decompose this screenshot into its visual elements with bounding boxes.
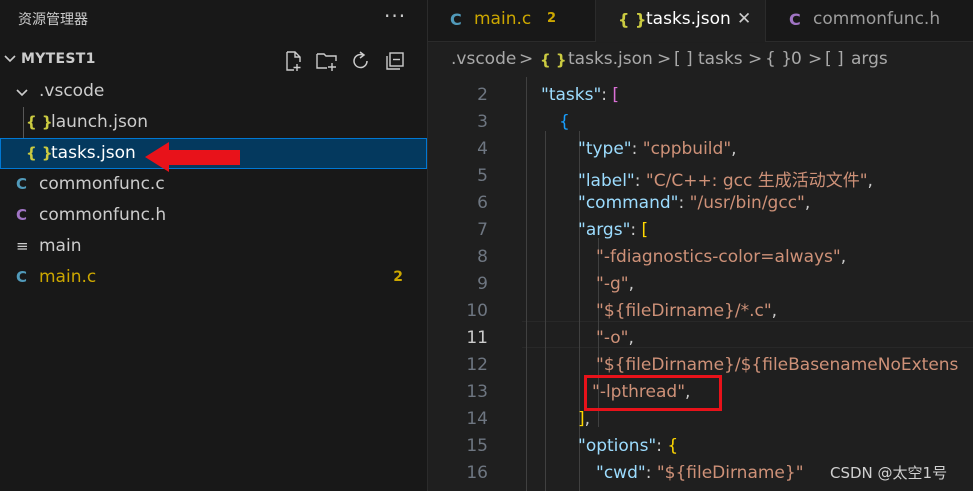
tree-item-label: tasks.json: [51, 143, 136, 163]
line-number: 12: [466, 355, 488, 375]
annotation-highlight-box: [584, 375, 722, 411]
line-number: 3: [477, 112, 488, 132]
line-number: 7: [477, 220, 488, 240]
new-file-icon[interactable]: [282, 49, 306, 73]
more-actions-icon[interactable]: ···: [384, 4, 406, 28]
c-file-icon: C: [450, 10, 462, 29]
line-number: 2: [477, 85, 488, 105]
code-line: "type": "cppbuild",: [578, 139, 737, 159]
editor-tab-bar: C main.c 2 { } tasks.json ✕ C commonfunc…: [428, 0, 973, 42]
line-number: 5: [477, 166, 488, 186]
tree-item-commonfunc-h[interactable]: C commonfunc.h: [0, 200, 427, 231]
line-number: 10: [466, 301, 488, 321]
tree-item-label: commonfunc.h: [39, 205, 167, 225]
annotation-arrow-icon: [145, 142, 240, 172]
breadcrumb-index[interactable]: 0: [791, 49, 802, 69]
breadcrumb-separator: >: [657, 49, 672, 69]
tree-item-main-c[interactable]: C main.c 2: [0, 262, 427, 293]
breadcrumb: .vscode > { } tasks.json > [ ] tasks > {…: [428, 43, 973, 77]
current-line-highlight: [522, 321, 973, 348]
line-number: 8: [477, 247, 488, 267]
tree-item-label: launch.json: [51, 112, 148, 132]
breadcrumb-separator: >: [808, 49, 823, 69]
refresh-icon[interactable]: [349, 49, 373, 73]
code-line: "tasks": [: [541, 85, 620, 105]
tree-item-label: main.c: [39, 267, 97, 287]
close-icon[interactable]: ✕: [737, 9, 751, 29]
tree-item-main[interactable]: ≡ main: [0, 231, 427, 262]
workspace-section-header[interactable]: MYTEST1: [0, 46, 427, 74]
tree-item-label: main: [39, 236, 82, 256]
code-line: "options": {: [578, 436, 679, 456]
chevron-down-icon: [16, 89, 28, 97]
line-number: 9: [477, 274, 488, 294]
h-file-icon: C: [789, 10, 801, 29]
indent-guide: [545, 131, 546, 491]
code-line: "args": [: [578, 220, 649, 240]
json-icon: { }: [540, 51, 567, 69]
line-number: 14: [466, 409, 488, 429]
breadcrumb-file[interactable]: tasks.json: [568, 49, 653, 69]
tab-label: main.c: [474, 9, 532, 29]
workspace-name: MYTEST1: [21, 51, 96, 67]
line-number: 15: [466, 436, 488, 456]
line-number: 16: [466, 463, 488, 483]
array-icon: [ ]: [825, 49, 844, 69]
array-icon: [ ]: [674, 49, 693, 69]
tree-item-vscode-folder[interactable]: .vscode: [0, 76, 427, 107]
code-line: "-g",: [596, 274, 634, 294]
breadcrumb-args[interactable]: args: [851, 49, 888, 69]
new-folder-icon[interactable]: [315, 49, 339, 73]
explorer-title: 资源管理器: [18, 12, 88, 28]
code-line: "${fileDirname}/${fileBasenameNoExtens: [596, 355, 959, 375]
collapse-all-icon[interactable]: [383, 49, 407, 73]
breadcrumb-separator: >: [748, 49, 763, 69]
tab-tasks-json[interactable]: { } tasks.json ✕: [596, 0, 766, 42]
indent-guide: [526, 77, 527, 491]
object-icon: { }: [765, 49, 793, 69]
json-icon: { }: [618, 10, 647, 29]
json-icon: { }: [26, 113, 53, 131]
explorer-sidebar: 资源管理器 ··· MYTEST1 .vscode {} launch.jso…: [0, 0, 428, 491]
code-line: ],: [578, 409, 591, 429]
json-icon: { }: [26, 144, 53, 162]
line-number: 13: [466, 382, 488, 402]
c-file-icon: C: [16, 268, 28, 286]
code-line: "cwd": "${fileDirname}": [596, 463, 804, 483]
code-editor[interactable]: 2 3 4 5 6 7 8 9 10 11 12 13 14 15 16 "ta…: [428, 77, 973, 491]
code-line: "command": "/usr/bin/gcc",: [578, 193, 811, 213]
chevron-down-icon: [4, 55, 16, 63]
code-line: "label": "C/C++: gcc 生成活动文件",: [578, 171, 873, 191]
c-file-icon: C: [16, 175, 28, 193]
line-number: 4: [477, 139, 488, 159]
code-line: {: [559, 112, 570, 132]
breadcrumb-tasks[interactable]: tasks: [698, 49, 743, 69]
line-number-current: 11: [466, 328, 488, 348]
line-number: 6: [477, 193, 488, 213]
problem-count-badge: 2: [393, 269, 403, 285]
code-line: "-fdiagnostics-color=always",: [596, 247, 847, 267]
lines-icon: ≡: [16, 237, 29, 255]
tree-item-launch-json[interactable]: { } launch.json: [0, 107, 427, 138]
breadcrumb-separator: >: [519, 49, 534, 69]
problem-count-badge: 2: [547, 11, 557, 26]
code-line: "${fileDirname}/*.c",: [596, 301, 778, 321]
code-line: "-o",: [596, 328, 634, 348]
tab-label: tasks.json: [646, 9, 731, 29]
tree-item-label: .vscode: [39, 81, 105, 101]
tab-label: commonfunc.h: [813, 9, 941, 29]
h-file-icon: C: [16, 206, 28, 224]
tab-main-c[interactable]: C main.c 2: [428, 0, 596, 42]
breadcrumb-folder[interactable]: .vscode: [451, 49, 516, 69]
tab-commonfunc-h[interactable]: C commonfunc.h: [766, 0, 973, 42]
watermark: CSDN @太空1号: [830, 464, 948, 482]
